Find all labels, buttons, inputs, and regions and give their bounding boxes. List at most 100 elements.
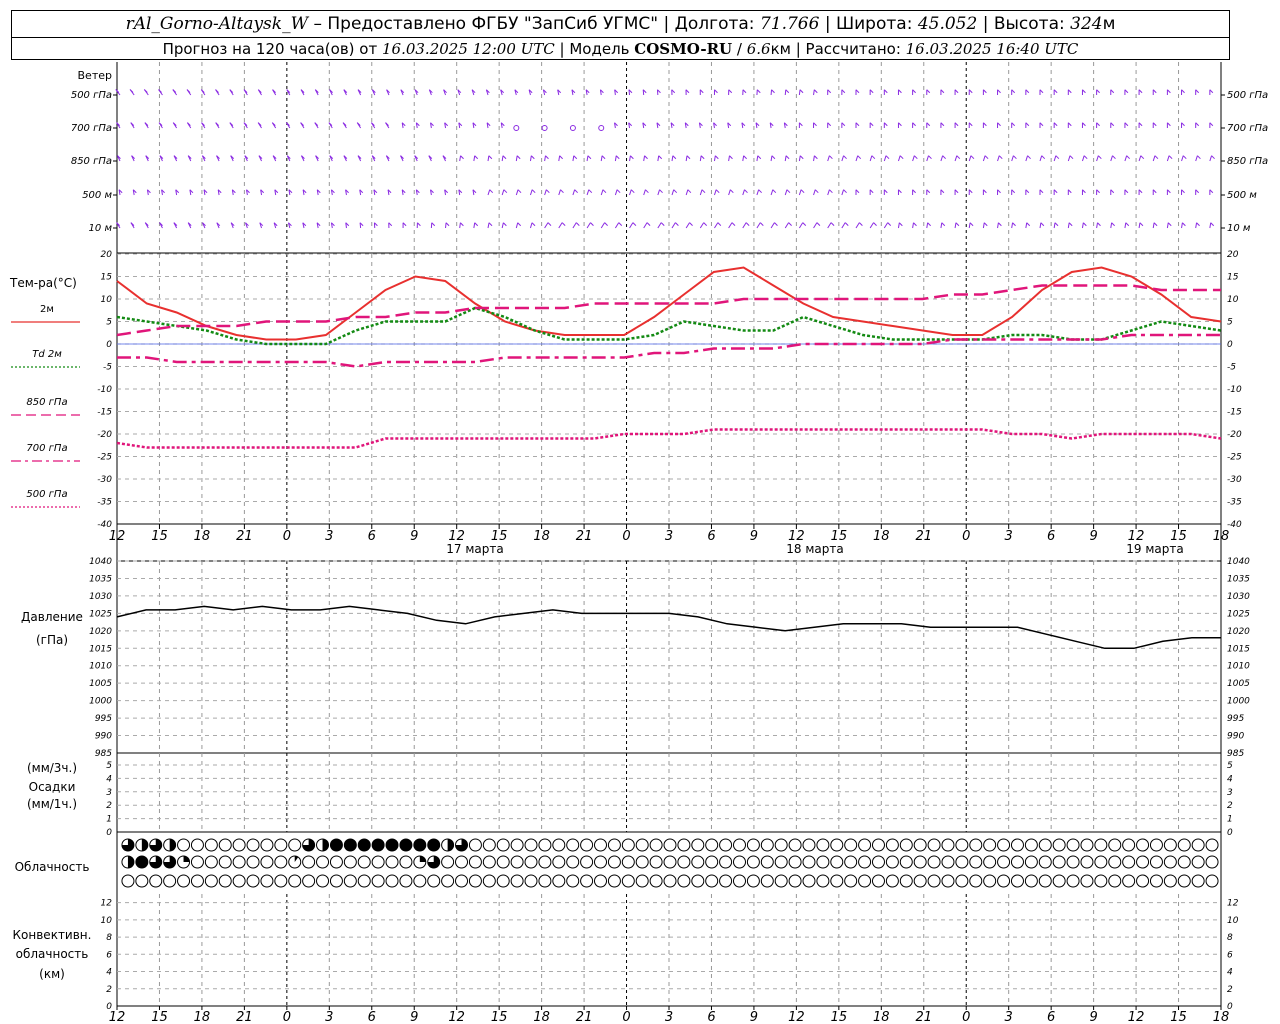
wind-barb [258,155,263,162]
wind-barb [713,155,719,162]
wind-barb-feather [913,155,918,160]
cloud-cover-symbol [1191,838,1205,852]
cloud-circle [802,855,816,869]
wind-barb-feather [928,155,932,160]
wind-barb [487,222,493,229]
wind-barb [388,222,393,229]
convective-tick-label-right: 10 [1227,916,1239,926]
wind-barb-feather [729,155,733,160]
cloud-cover-symbol [149,838,163,852]
cloud-circle [677,874,691,888]
temp-tick-label-right: -20 [1227,430,1242,440]
wind-barb [954,155,961,162]
wind-barb [373,189,378,196]
cloud-circle [580,874,594,888]
wind-barb [187,222,192,229]
wind-barb-feather [843,189,847,194]
cloud-cover-symbol [607,855,621,869]
cloud-circle [482,855,496,869]
cloud-cover-symbol [413,855,427,869]
cloud-fill [141,839,148,851]
wind-barb-feather [675,222,679,226]
cloud-fill [419,856,426,862]
cloud-cover-symbol [399,838,413,852]
wind-barb [187,155,192,162]
cloud-cover-symbol [1066,855,1080,869]
cloud-cover-symbol [635,838,649,852]
wind-barb [159,155,164,162]
wind-barb [883,155,890,162]
temp-tick-label-right: -35 [1227,498,1242,508]
cloud-cover-symbol [621,838,635,852]
wind-barb [869,222,877,229]
wind-barb-feather [984,155,989,160]
cloud-cover-symbol [1010,855,1024,869]
hour-label-bottom: 12 [109,1010,126,1024]
cloud-circle [121,874,135,888]
wind-barb-feather [590,222,594,226]
hour-label: 9 [410,529,418,544]
convective-tick-label: 6 [106,950,112,960]
cloud-cover-symbol [1149,874,1163,888]
wind-barb [329,89,333,96]
wind-barb [685,89,690,96]
wind-barb-feather [1140,155,1145,160]
cloud-circle [594,874,608,888]
wind-barb-shaft [487,189,491,196]
convective-tick-label: 8 [106,933,112,943]
wind-barb [954,222,960,229]
wind-barb [982,222,988,229]
cloud-circle [204,855,218,869]
wind-barb [400,155,404,162]
cloud-cover-symbol [816,855,830,869]
wind-barb-shaft [883,222,889,229]
cloud-circle [385,874,399,888]
wind-barb-feather [1153,222,1158,227]
cloud-cover-symbol [566,855,580,869]
wind-barb [1025,155,1031,162]
cloud-cover-symbol [496,855,510,869]
cloud-cover-symbol [885,838,899,852]
cloud-cover-symbol [746,855,760,869]
wind-barb [1209,89,1214,95]
wind-barb [827,189,833,196]
wind-barb [186,122,192,129]
wind-barb [430,189,434,196]
wind-barb [271,122,277,129]
temp-tick-label-right: 20 [1227,250,1239,260]
wind-barb-feather [645,189,649,194]
cloud-circle [1136,874,1150,888]
wind-barb [401,189,406,196]
cloud-cover-symbol [719,874,733,888]
wind-barb-feather [658,155,663,160]
wind-barb [813,155,818,162]
wind-barb [926,189,931,195]
cloud-cover-symbol [441,855,455,869]
cloud-circle [899,874,913,888]
wind-barb-shaft [1011,222,1014,229]
cloud-cover-symbol [760,874,774,888]
wind-barb [544,155,549,162]
wind-level-label: 700 гПа [71,123,112,134]
wind-barb [770,155,776,162]
wind-barb-shaft [926,155,929,162]
wind-barb [713,89,718,96]
wind-barb-feather [1182,222,1186,227]
hour-label: 12 [109,529,126,544]
wind-barb [1011,89,1016,95]
cloud-cover-symbol [316,874,330,888]
hour-label: 18 [533,529,550,544]
cloud-circle [552,855,566,869]
cloud-cover-symbol [858,855,872,869]
cloud-cover-symbol [316,838,330,852]
wind-barb [1081,155,1088,162]
wind-barb [130,222,135,229]
wind-barb [1124,189,1129,195]
cloud-circle [1149,838,1163,852]
wind-barb [798,89,804,96]
cloud-circle [705,838,719,852]
convective-tick-label: 4 [106,968,112,978]
cloud-cover-symbol [844,855,858,869]
cloud-cover-symbol [871,838,885,852]
cloud-cover-symbol [844,838,858,852]
